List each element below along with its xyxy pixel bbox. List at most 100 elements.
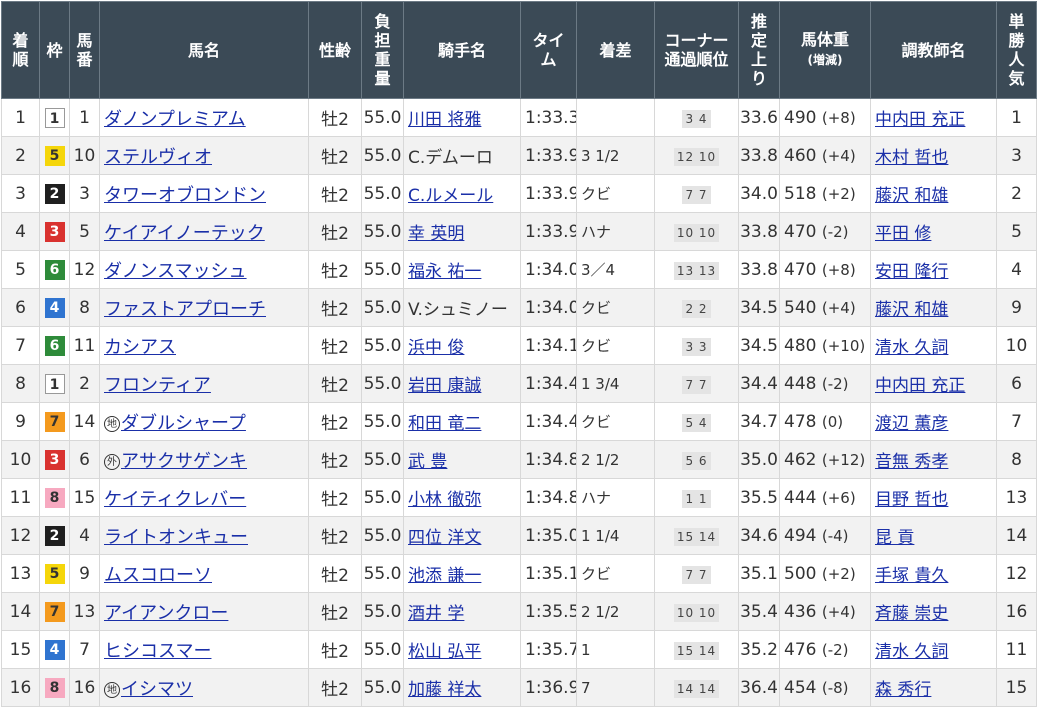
trainer-link[interactable]: 藤沢 和雄 xyxy=(875,186,948,206)
horse-name-link[interactable]: ケイティクレバー xyxy=(104,489,246,510)
finish-order: 7 xyxy=(1,326,40,365)
carried-weight: 55.0 xyxy=(361,440,404,479)
horse-number: 5 xyxy=(69,212,100,251)
table-row: 5 6 12 ダノンスマッシュ 牡2 55.0 福永 祐一 1:34.0 3／4 13 13 33.… xyxy=(1,250,1037,289)
jockey-link[interactable]: 浜中 俊 xyxy=(408,338,464,358)
trainer-link[interactable]: 清水 久詞 xyxy=(875,338,948,358)
body-weight-cell: 460 (+4) xyxy=(779,136,871,175)
jockey-cell: 幸 英明 xyxy=(403,212,521,251)
trainer-link[interactable]: 森 秀行 xyxy=(875,680,931,700)
trainer-link[interactable]: 藤沢 和雄 xyxy=(875,300,948,320)
margin: クビ xyxy=(576,402,655,441)
trainer-link[interactable]: 中内田 充正 xyxy=(875,376,965,396)
horse-name-link[interactable]: ダノンスマッシュ xyxy=(104,261,247,282)
margin xyxy=(576,98,655,137)
waku-cell: 7 xyxy=(39,592,70,631)
horse-name-link[interactable]: タワーオブロンドン xyxy=(104,185,266,206)
jockey-link[interactable]: 小林 徹弥 xyxy=(408,490,481,510)
horse-name-link[interactable]: ダブルシャープ xyxy=(121,413,246,434)
trainer-cell: 藤沢 和雄 xyxy=(870,174,997,213)
corner-order-cell: 7 7 xyxy=(654,554,739,593)
table-row: 11 8 15 ケイティクレバー 牡2 55.0 小林 徹弥 1:34.8 ハナ 1 1 35.5 4… xyxy=(1,478,1037,517)
horse-name-link[interactable]: ケイアイノーテック xyxy=(104,223,265,244)
trainer-link[interactable]: 清水 久詞 xyxy=(875,642,948,662)
finish-order: 12 xyxy=(1,516,40,555)
trainer-link[interactable]: 渡辺 薫彦 xyxy=(875,414,948,434)
waku-cell: 8 xyxy=(39,478,70,517)
finish-time: 1:33.9 xyxy=(520,174,577,213)
waku-cell: 2 xyxy=(39,516,70,555)
jockey-link[interactable]: 酒井 学 xyxy=(408,604,464,624)
jockey-link[interactable]: 岩田 康誠 xyxy=(408,376,481,396)
jockey-link[interactable]: 松山 弘平 xyxy=(408,642,481,662)
col-header-horse-name: 馬名 xyxy=(99,1,309,99)
jockey-cell: 武 豊 xyxy=(403,440,521,479)
finish-time: 1:35.5 xyxy=(520,592,577,631)
jockey-link[interactable]: 池添 謙一 xyxy=(408,566,481,586)
jockey-link[interactable]: 和田 竜二 xyxy=(408,414,481,434)
trainer-link[interactable]: 目野 哲也 xyxy=(875,490,948,510)
jockey-link[interactable]: C.ルメール xyxy=(408,186,493,206)
trainer-link[interactable]: 安田 隆行 xyxy=(875,262,948,282)
trainer-link[interactable]: 斉藤 崇史 xyxy=(875,604,948,624)
last-3f: 34.6 xyxy=(738,516,780,555)
jockey-link[interactable]: 武 豊 xyxy=(408,452,447,472)
horse-name-link[interactable]: ライトオンキュー xyxy=(104,527,248,548)
horse-name-link[interactable]: ステルヴィオ xyxy=(104,147,212,168)
margin: クビ xyxy=(576,326,655,365)
win-popularity: 1 xyxy=(996,98,1037,137)
last-3f: 33.6 xyxy=(738,98,780,137)
horse-name-link[interactable]: ムスコローソ xyxy=(104,565,212,586)
corner-order-cell: 2 2 xyxy=(654,288,739,327)
horse-name-link[interactable]: ヒシコスマー xyxy=(104,641,211,662)
horse-name-link[interactable]: ダノンプレミアム xyxy=(104,109,246,130)
table-row: 14 7 13 アイアンクロー 牡2 55.0 酒井 学 1:35.5 2 1/2 10 10 35… xyxy=(1,592,1037,631)
jockey-link[interactable]: 福永 祐一 xyxy=(408,262,481,282)
corner-order-cell: 13 13 xyxy=(654,250,739,289)
horse-name-link[interactable]: イシマツ xyxy=(121,679,193,700)
horse-name-link[interactable]: アサクサゲンキ xyxy=(121,451,247,472)
corner-order-cell: 1 1 xyxy=(654,478,739,517)
win-popularity: 8 xyxy=(996,440,1037,479)
horse-name-cell: ダノンスマッシュ xyxy=(99,250,309,289)
jockey-link[interactable]: 川田 将雅 xyxy=(408,110,481,130)
waku-number: 8 xyxy=(44,677,65,698)
trainer-cell: 目野 哲也 xyxy=(870,478,997,517)
body-weight-change: (+12) xyxy=(821,450,866,469)
trainer-cell: 昆 貢 xyxy=(870,516,997,555)
body-weight-change: (+2) xyxy=(821,564,856,583)
corner-order: 3 3 xyxy=(682,337,711,356)
jockey-cell: 川田 将雅 xyxy=(403,98,521,137)
body-weight-change: (-4) xyxy=(821,526,849,545)
trainer-link[interactable]: 平田 修 xyxy=(875,224,931,244)
carried-weight: 55.0 xyxy=(361,402,404,441)
waku-cell: 5 xyxy=(39,554,70,593)
horse-name-link[interactable]: カシアス xyxy=(104,337,176,358)
horse-name-link[interactable]: ファストアプローチ xyxy=(104,299,266,320)
margin: ハナ xyxy=(576,212,655,251)
corner-order: 10 10 xyxy=(673,223,720,242)
trainer-link[interactable]: 木村 哲也 xyxy=(875,148,948,168)
horse-name-link[interactable]: アイアンクロー xyxy=(104,603,228,624)
trainer-link[interactable]: 手塚 貴久 xyxy=(875,566,948,586)
corner-order: 12 10 xyxy=(673,147,720,166)
jockey-link[interactable]: 四位 洋文 xyxy=(408,528,481,548)
waku-cell: 7 xyxy=(39,402,70,441)
table-row: 8 1 2 フロンティア 牡2 55.0 岩田 康誠 1:34.4 1 3/4 7 7 34.4 44… xyxy=(1,364,1037,403)
trainer-cell: 清水 久詞 xyxy=(870,630,997,669)
jockey-link[interactable]: 加藤 祥太 xyxy=(408,680,481,700)
trainer-cell: 平田 修 xyxy=(870,212,997,251)
waku-cell: 1 xyxy=(39,98,70,137)
col-header-margin: 着差 xyxy=(576,1,655,99)
finish-time: 1:35.0 xyxy=(520,516,577,555)
jockey-link[interactable]: 幸 英明 xyxy=(408,224,464,244)
trainer-link[interactable]: 昆 貢 xyxy=(875,528,914,548)
trainer-link[interactable]: 中内田 充正 xyxy=(875,110,965,130)
trainer-link[interactable]: 音無 秀孝 xyxy=(875,452,948,472)
horse-name-link[interactable]: フロンティア xyxy=(104,375,211,396)
trainer-cell: 森 秀行 xyxy=(870,668,997,707)
col-header-popularity: 単 勝 人 気 xyxy=(996,1,1037,99)
body-weight-change: (+4) xyxy=(821,602,856,621)
carried-weight: 55.0 xyxy=(361,668,404,707)
last-3f: 35.0 xyxy=(738,440,780,479)
